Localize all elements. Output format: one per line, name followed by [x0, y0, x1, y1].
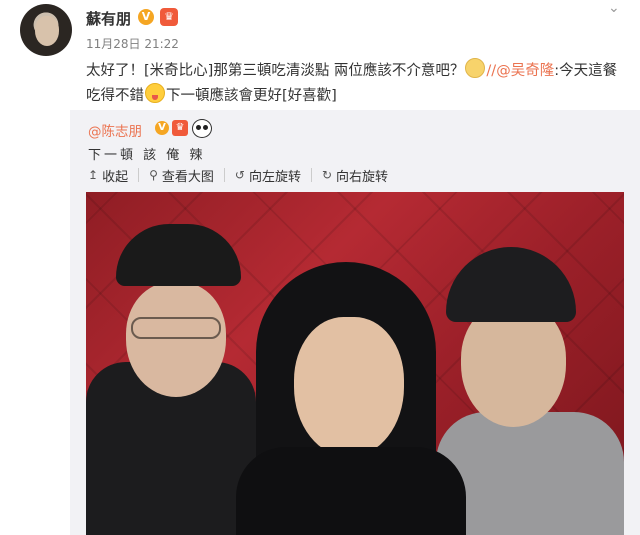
tongue-emoji-icon: [145, 83, 165, 103]
repost-crown-icon: ♛: [172, 120, 188, 136]
left-person-glasses: [131, 317, 221, 339]
image-toolbar: ↥ 收起 ⚲ 查看大图 ↺ 向左旋转 ↻ 向右旋转: [84, 165, 392, 185]
post-text: 太好了！[米奇比心]那第三頓吃清淡點 兩位應該不介意吧？//@吴奇隆:今天這餐吃…: [86, 58, 626, 108]
post-text-part3: 下一頓應該會更好[好喜歡]: [166, 88, 337, 104]
rotate-left-icon: ↺: [234, 168, 245, 182]
middle-person-face: [294, 317, 404, 457]
repost-container: @陈志朋 V ♛ 下一頓 該 俺 辣 ↥ 收起 ⚲ 查看大图 ↺ 向左旋转 ↻ …: [70, 110, 640, 535]
post-photo[interactable]: [86, 192, 624, 535]
chevron-down-icon[interactable]: ⌄: [608, 0, 620, 16]
post-text-part1: 太好了！[米奇比心]那第三頓吃清淡點 兩位應該不介意吧？: [86, 63, 465, 79]
rotate-left-button[interactable]: ↺ 向左旋转: [231, 166, 305, 185]
cat-emoji-icon: [465, 58, 486, 78]
collapse-label: 收起: [102, 169, 129, 185]
view-large-button[interactable]: ⚲ 查看大图: [145, 166, 218, 185]
rotate-left-label: 向左旋转: [248, 169, 301, 185]
post-timestamp[interactable]: 11月28日 21:22: [86, 35, 179, 52]
repost-verified-badge-icon: V: [155, 121, 169, 135]
mention-link[interactable]: //@吴奇隆: [486, 63, 554, 79]
rotate-right-label: 向右旋转: [336, 169, 389, 185]
rotate-right-button[interactable]: ↻ 向右旋转: [318, 166, 392, 185]
toolbar-divider: [138, 168, 140, 182]
collapse-button[interactable]: ↥ 收起: [84, 166, 132, 185]
rotate-right-icon: ↻: [321, 168, 333, 182]
middle-person-body: [236, 447, 466, 535]
author-avatar[interactable]: [20, 4, 72, 56]
verified-badge-icon: V: [138, 9, 154, 25]
zoom-icon: ⚲: [149, 168, 158, 182]
panda-icon: [192, 119, 212, 138]
left-person-face: [126, 282, 226, 397]
vip-crown-icon: ♛: [160, 8, 178, 26]
repost-text: 下一頓 該 俺 辣: [88, 148, 206, 163]
collapse-icon: ↥: [88, 168, 99, 182]
author-name[interactable]: 蘇有朋: [86, 8, 131, 29]
toolbar-divider: [223, 168, 225, 182]
toolbar-divider: [310, 168, 312, 182]
view-large-label: 查看大图: [161, 169, 214, 185]
repost-author[interactable]: @陈志朋: [88, 120, 142, 140]
